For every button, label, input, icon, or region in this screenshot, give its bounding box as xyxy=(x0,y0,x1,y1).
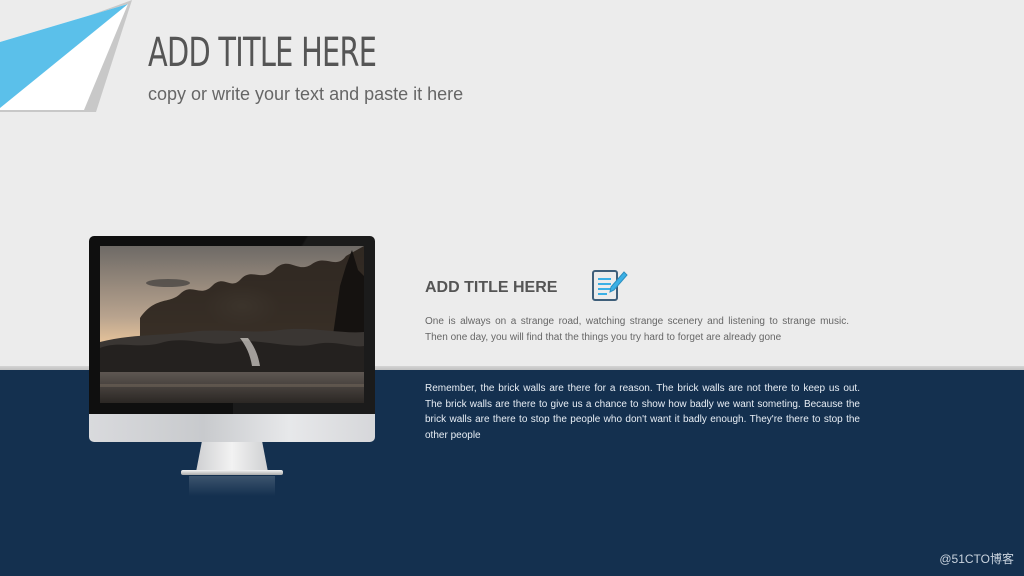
landscape-photo xyxy=(100,246,364,403)
monitor-reflection xyxy=(189,476,275,496)
paragraph-intro: One is always on a strange road, watchin… xyxy=(425,316,849,343)
edit-document-icon xyxy=(592,270,628,301)
monitor-base xyxy=(181,470,283,475)
main-subtitle: copy or write your text and paste it her… xyxy=(148,84,464,104)
monitor-image xyxy=(89,236,375,496)
slide: ADD TITLE HERE copy or write your text a… xyxy=(0,0,1024,576)
section-title: ADD TITLE HERE xyxy=(425,279,558,296)
page-curl-corner-decoration xyxy=(0,0,132,112)
main-title: ADD TITLE HERE xyxy=(148,30,377,76)
monitor-bezel xyxy=(89,236,375,414)
monitor-chin xyxy=(89,414,375,442)
paragraph-body: Remember, the brick walls are there for … xyxy=(425,383,860,441)
watermark: @51CTO博客 xyxy=(939,552,1014,566)
monitor-stand xyxy=(196,442,268,472)
